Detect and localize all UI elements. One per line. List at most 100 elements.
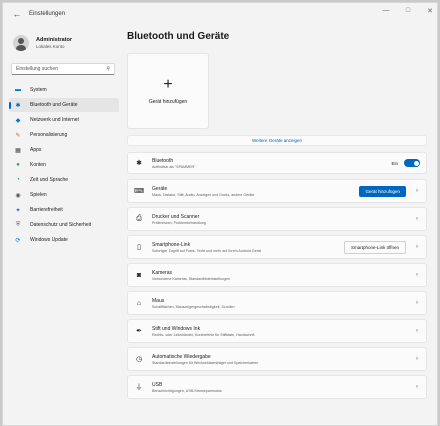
sidebar-item-label: Netzwerk und Internet bbox=[30, 117, 79, 123]
settings-window: ← Einstellungen — □ ✕ Administrator Loka… bbox=[2, 2, 438, 426]
settings-row-pen[interactable]: ✒ Stift und Windows Ink Rechts- oder Links… bbox=[127, 319, 427, 343]
row-title: Smartphone-Link bbox=[152, 241, 191, 248]
sidebar: Administrator Lokales Konto ⚲ ▬ System ✱ Bl… bbox=[3, 25, 123, 425]
sidebar-item-label: Windows Update bbox=[30, 237, 68, 243]
row-text: Automatische Wiedergabe Standardeinstellu… bbox=[152, 354, 412, 365]
chevron-right-icon[interactable]: › bbox=[412, 328, 422, 334]
row-text: Geräte Maus, Tastatur, Stift, Audio, Anze… bbox=[152, 186, 359, 197]
add-device-button[interactable]: Gerät hinzufügen bbox=[359, 185, 406, 197]
pen-icon: ✒ bbox=[136, 328, 142, 335]
apps-icon: ▦ bbox=[15, 147, 21, 154]
row-text: Smartphone-Link Sofortiger Zugriff auf Fo… bbox=[152, 242, 344, 253]
sidebar-item-bluetooth[interactable]: ✱ Bluetooth und Geräte bbox=[9, 98, 119, 112]
row-subtitle: Schaltflächen, Mauszeigergeschwindigkeit… bbox=[152, 304, 235, 309]
settings-row-camera[interactable]: ◙ Kameras Verbundene Kameras, Standardbild… bbox=[127, 263, 427, 287]
sidebar-item-label: Datenschutz und Sicherheit bbox=[30, 222, 92, 228]
sidebar-item-brush[interactable]: ✎ Personalisierung bbox=[9, 128, 119, 142]
autoplay-icon: ◷ bbox=[135, 356, 143, 363]
title-bar: ← Einstellungen — □ ✕ bbox=[3, 3, 437, 25]
windows-update-icon: ⟳ bbox=[15, 237, 21, 244]
sidebar-item-label: Bluetooth und Geräte bbox=[30, 102, 78, 108]
brush-icon: ✎ bbox=[15, 132, 21, 139]
more-devices-link[interactable]: Weitere Geräte anzeigen bbox=[127, 135, 427, 146]
devices-icon: ⌨ bbox=[133, 188, 145, 195]
page-title: Bluetooth und Geräte bbox=[127, 31, 230, 42]
bluetooth-subtitle: Auffindbar als "SPAMMER" bbox=[152, 164, 196, 169]
chevron-right-icon[interactable]: › bbox=[412, 384, 422, 390]
settings-row-devices[interactable]: ⌨ Geräte Maus, Tastatur, Stift, Audio, Anz… bbox=[127, 179, 427, 203]
search-icon[interactable]: ⚲ bbox=[106, 66, 110, 72]
settings-row-autoplay[interactable]: ◷ Automatische Wiedergabe Standardeinstell… bbox=[127, 347, 427, 371]
back-arrow-icon[interactable]: ← bbox=[9, 6, 25, 22]
sidebar-item-system[interactable]: ▬ System bbox=[9, 83, 119, 97]
maximize-icon[interactable]: □ bbox=[403, 7, 413, 15]
sidebar-item-gaming[interactable]: ◉ Spielen bbox=[9, 188, 119, 202]
chevron-right-icon[interactable]: › bbox=[412, 216, 422, 222]
chevron-right-icon[interactable]: › bbox=[412, 272, 422, 278]
sidebar-item-accounts[interactable]: ● Konten bbox=[9, 158, 119, 172]
row-title: Stift und Windows Ink bbox=[152, 325, 201, 332]
row-title: Kameras bbox=[152, 269, 173, 276]
sidebar-item-shield[interactable]: ⛨ Datenschutz und Sicherheit bbox=[9, 218, 119, 232]
row-subtitle: Standardeinstellungen für Wechseldatentr… bbox=[152, 360, 259, 365]
system-icon: ▬ bbox=[15, 87, 21, 93]
minimize-icon[interactable]: — bbox=[381, 7, 391, 15]
sidebar-item-network[interactable]: ◆ Netzwerk und Internet bbox=[9, 113, 119, 127]
row-title: Geräte bbox=[152, 185, 168, 192]
bluetooth-icon: ✱ bbox=[136, 160, 142, 167]
settings-row-mouse[interactable]: ⌂ Maus Schaltflächen, Mauszeigergeschwindi… bbox=[127, 291, 427, 315]
bluetooth-toggle[interactable] bbox=[404, 159, 420, 167]
shield-icon: ⛨ bbox=[15, 221, 21, 228]
accessibility-icon: ✦ bbox=[15, 207, 21, 214]
sidebar-item-label: Barrierefreiheit bbox=[30, 207, 63, 213]
profile-name: Administrator bbox=[36, 37, 73, 43]
add-device-label: Gerät hinzufügen bbox=[148, 99, 188, 105]
sidebar-item-time-language[interactable]: ◔ Zeit und Sprache bbox=[9, 173, 119, 187]
chevron-right-icon[interactable]: › bbox=[412, 356, 422, 362]
sidebar-item-label: Zeit und Sprache bbox=[30, 177, 69, 183]
row-subtitle: Sofortiger Zugriff auf Fotos, Texte und … bbox=[152, 248, 261, 253]
add-device-tile[interactable]: + Gerät hinzufügen bbox=[127, 53, 209, 129]
search-box[interactable]: ⚲ bbox=[11, 63, 115, 75]
row-subtitle: Verbundene Kameras, Standardbildeinstell… bbox=[152, 276, 231, 281]
bluetooth-toggle-group: Ein bbox=[391, 159, 420, 167]
window-controls: — □ ✕ bbox=[381, 7, 435, 15]
bluetooth-row[interactable]: ✱ Bluetooth Auffindbar als "SPAMMER" Ein bbox=[127, 152, 427, 174]
sidebar-item-label: Konten bbox=[30, 162, 46, 168]
close-icon[interactable]: ✕ bbox=[425, 7, 435, 15]
user-profile[interactable]: Administrator Lokales Konto bbox=[13, 35, 72, 51]
open-phone-link-button[interactable]: Smartphone-Link öffnen bbox=[344, 240, 406, 254]
network-icon: ◆ bbox=[15, 117, 21, 124]
row-subtitle: Benachrichtigungen, USB-Stromsparmodus bbox=[152, 388, 222, 393]
row-subtitle: Maus, Tastatur, Stift, Audio, Anzeigen u… bbox=[152, 192, 255, 197]
row-text: Kameras Verbundene Kameras, Standardbilde… bbox=[152, 270, 412, 281]
plus-icon: + bbox=[163, 76, 173, 93]
profile-account-type: Lokales Konto bbox=[36, 44, 65, 49]
camera-icon: ◙ bbox=[136, 271, 142, 279]
sidebar-item-label: Spielen bbox=[30, 192, 47, 198]
chevron-right-icon[interactable]: › bbox=[412, 188, 422, 194]
sidebar-item-accessibility[interactable]: ✦ Barrierefreiheit bbox=[9, 203, 119, 217]
profile-text: Administrator Lokales Konto bbox=[36, 37, 72, 49]
sidebar-item-apps[interactable]: ▦ Apps bbox=[9, 143, 119, 157]
phone-icon: ▯ bbox=[137, 244, 141, 251]
row-title: Maus bbox=[152, 297, 165, 304]
bluetooth-title: Bluetooth bbox=[152, 157, 174, 164]
time-language-icon: ◔ bbox=[16, 177, 20, 183]
row-title: Drucker und Scanner bbox=[152, 213, 200, 220]
settings-row-printer[interactable]: ⎙ Drucker und Scanner Präferenzen, Problem… bbox=[127, 207, 427, 231]
settings-row-phone[interactable]: ▯ Smartphone-Link Sofortiger Zugriff auf F… bbox=[127, 235, 427, 259]
bluetooth-text: Bluetooth Auffindbar als "SPAMMER" bbox=[152, 158, 391, 169]
row-text: Stift und Windows Ink Rechts- oder Linksh… bbox=[152, 326, 412, 337]
accounts-icon: ● bbox=[16, 162, 20, 168]
chevron-right-icon[interactable]: › bbox=[412, 300, 422, 306]
main-content: Bluetooth und Geräte + Gerät hinzufügen … bbox=[123, 25, 437, 425]
row-text: Drucker und Scanner Präferenzen, Problemb… bbox=[152, 214, 412, 225]
chevron-right-icon[interactable]: › bbox=[412, 244, 422, 250]
settings-row-usb[interactable]: ⏚ USB Benachrichtigungen, USB-Stromsparmod… bbox=[127, 375, 427, 399]
search-input[interactable] bbox=[16, 66, 100, 72]
sidebar-nav: ▬ System ✱ Bluetooth und Geräte ◆ Netzwerk un… bbox=[9, 83, 119, 248]
avatar bbox=[13, 35, 29, 51]
row-subtitle: Rechts- oder Linkshänder, Kurzbefehle fü… bbox=[152, 332, 255, 337]
sidebar-item-windows-update[interactable]: ⟳ Windows Update bbox=[9, 233, 119, 247]
